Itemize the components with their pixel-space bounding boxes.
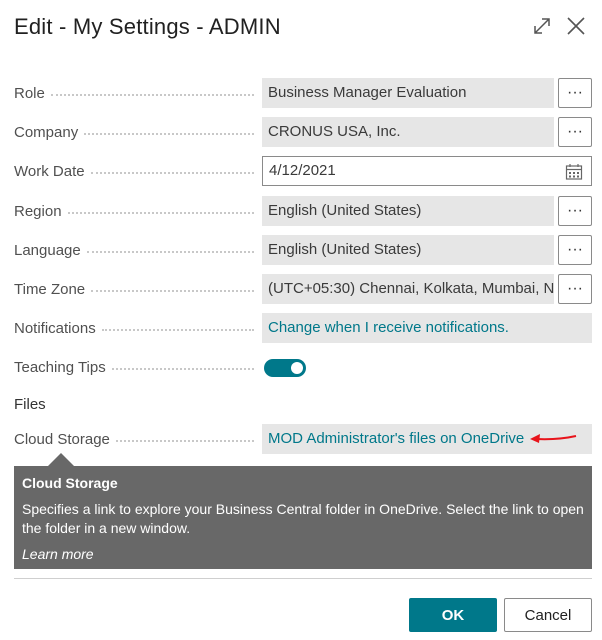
cloud-storage-label: Cloud Storage xyxy=(14,430,116,448)
dialog-title: Edit - My Settings - ADMIN xyxy=(14,14,281,39)
role-lookup-button[interactable]: ··· xyxy=(558,78,592,108)
close-icon[interactable] xyxy=(564,14,588,38)
company-lookup-button[interactable]: ··· xyxy=(558,117,592,147)
company-field[interactable]: CRONUS USA, Inc. xyxy=(262,117,554,147)
teaching-tips-toggle[interactable] xyxy=(264,359,306,377)
region-lookup-button[interactable]: ··· xyxy=(558,196,592,226)
teaching-tips-row: Teaching Tips xyxy=(14,352,592,382)
cloud-storage-tooltip: Cloud Storage Specifies a link to explor… xyxy=(14,466,592,569)
language-field[interactable]: English (United States) xyxy=(262,235,554,265)
learn-more-link[interactable]: Learn more xyxy=(22,546,584,562)
role-row: Role Business Manager Evaluation ··· xyxy=(14,78,592,108)
dialog-header: Edit - My Settings - ADMIN xyxy=(0,0,602,56)
region-field[interactable]: English (United States) xyxy=(262,196,554,226)
company-label: Company xyxy=(14,123,85,141)
work-date-value: 4/12/2021 xyxy=(269,162,336,179)
region-row: Region English (United States) ··· xyxy=(14,196,592,226)
language-label: Language xyxy=(14,241,87,259)
time-zone-lookup-button[interactable]: ··· xyxy=(558,274,592,304)
time-zone-label: Time Zone xyxy=(14,280,92,298)
region-label: Region xyxy=(14,202,68,220)
expand-icon[interactable] xyxy=(530,14,554,38)
tooltip-pointer xyxy=(48,453,74,466)
role-label: Role xyxy=(14,84,51,102)
tooltip-body: Specifies a link to explore your Busines… xyxy=(22,501,584,536)
language-row: Language English (United States) ··· xyxy=(14,235,592,265)
time-zone-field[interactable]: (UTC+05:30) Chennai, Kolkata, Mumbai, N.… xyxy=(262,274,554,304)
notifications-link[interactable]: Change when I receive notifications. xyxy=(262,313,592,343)
red-arrow-annotation xyxy=(530,434,577,443)
work-date-label: Work Date xyxy=(14,162,91,180)
work-date-input[interactable]: 4/12/2021 xyxy=(262,156,592,186)
role-field[interactable]: Business Manager Evaluation xyxy=(262,78,554,108)
cloud-storage-row: Cloud Storage MOD Administrator's files … xyxy=(14,424,592,454)
ok-button[interactable]: OK xyxy=(409,598,497,632)
time-zone-row: Time Zone (UTC+05:30) Chennai, Kolkata, … xyxy=(14,274,592,304)
language-lookup-button[interactable]: ··· xyxy=(558,235,592,265)
teaching-tips-label: Teaching Tips xyxy=(14,358,112,376)
tooltip-title: Cloud Storage xyxy=(22,475,118,491)
company-row: Company CRONUS USA, Inc. ··· xyxy=(14,117,592,147)
footer-divider xyxy=(14,578,592,579)
calendar-icon[interactable] xyxy=(565,163,583,181)
files-section-heading: Files xyxy=(14,396,46,413)
cancel-button[interactable]: Cancel xyxy=(504,598,592,632)
work-date-row: Work Date 4/12/2021 xyxy=(14,156,592,186)
notifications-row: Notifications Change when I receive noti… xyxy=(14,313,592,343)
notifications-label: Notifications xyxy=(14,319,102,337)
toggle-knob xyxy=(291,362,303,374)
